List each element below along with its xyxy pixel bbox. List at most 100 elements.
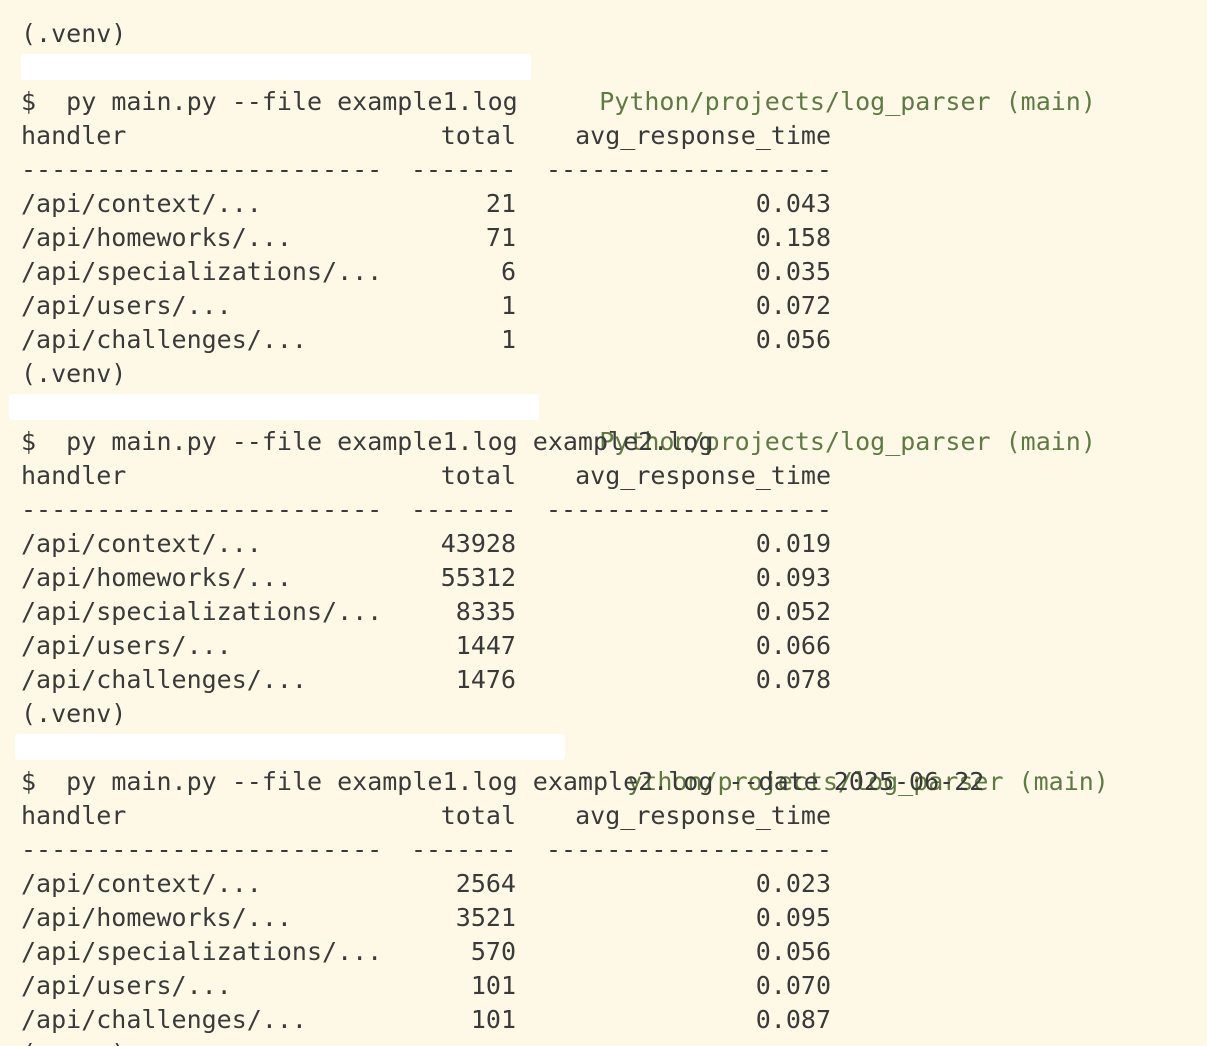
terminal-output: (.venv) Python/projects/log_parser (main… xyxy=(9,17,1207,1046)
row-handler: /api/challenges/... xyxy=(21,1005,307,1034)
prompt-path-line: Python/projects/log_parser (main) xyxy=(21,51,1207,116)
table-row: /api/context/... 2564 0.023 xyxy=(21,867,1207,901)
header-total: total xyxy=(440,461,516,490)
header-avg-response-time: avg_response_time xyxy=(575,461,831,490)
row-avg: 0.070 xyxy=(755,971,831,1000)
row-avg: 0.052 xyxy=(755,597,831,626)
command-line: $ py main.py --file example1.log example… xyxy=(21,425,1207,459)
row-handler: /api/homeworks/... xyxy=(21,223,292,252)
table-row: /api/challenges/... 1 0.056 xyxy=(21,323,1207,357)
row-handler: /api/challenges/... xyxy=(21,325,307,354)
redaction-block xyxy=(21,54,531,80)
table-separator: ------------------------ ------- ---------… xyxy=(21,153,1207,187)
separator-avg: ------------------- xyxy=(546,835,832,864)
header-total: total xyxy=(440,801,516,830)
separator-handler: ------------------------ xyxy=(21,835,383,864)
row-avg: 0.078 xyxy=(755,665,831,694)
row-avg: 0.056 xyxy=(755,325,831,354)
header-handler: handler xyxy=(21,461,127,490)
table-row: /api/users/... 1447 0.066 xyxy=(21,629,1207,663)
venv-indicator: (.venv) xyxy=(21,699,127,728)
row-total: 3521 xyxy=(455,903,516,932)
table-row: /api/homeworks/... 3521 0.095 xyxy=(21,901,1207,935)
command-text: py main.py --file example1.log example2.… xyxy=(66,767,985,796)
table-separator: ------------------------ ------- ---------… xyxy=(21,833,1207,867)
separator-handler: ------------------------ xyxy=(21,495,383,524)
command-line: $ py main.py --file example1.log xyxy=(21,85,1207,119)
command-text: py main.py --file example1.log example2.… xyxy=(66,427,714,456)
venv-indicator-cutoff: (.venv) xyxy=(21,1037,1207,1046)
venv-indicator: (.venv) xyxy=(21,19,127,48)
header-avg-response-time: avg_response_time xyxy=(575,121,831,150)
row-avg: 0.093 xyxy=(755,563,831,592)
separator-total: ------- xyxy=(411,155,517,184)
row-total: 8335 xyxy=(455,597,516,626)
row-total: 101 xyxy=(470,1005,516,1034)
row-handler: /api/context/... xyxy=(21,529,262,558)
table-row: /api/homeworks/... 71 0.158 xyxy=(21,221,1207,255)
table-row: /api/challenges/... 101 0.087 xyxy=(21,1003,1207,1037)
row-total: 1 xyxy=(500,325,516,354)
row-avg: 0.072 xyxy=(755,291,831,320)
row-total: 1447 xyxy=(455,631,516,660)
row-avg: 0.158 xyxy=(755,223,831,252)
table-row: /api/homeworks/... 55312 0.093 xyxy=(21,561,1207,595)
separator-handler: ------------------------ xyxy=(21,155,383,184)
separator-avg: ------------------- xyxy=(546,495,832,524)
prompt-symbol: $ xyxy=(21,767,37,796)
table-row: /api/users/... 1 0.072 xyxy=(21,289,1207,323)
row-total: 6 xyxy=(500,257,516,286)
row-handler: /api/homeworks/... xyxy=(21,563,292,592)
table-row: /api/context/... 43928 0.019 xyxy=(21,527,1207,561)
prompt-path-line: Python/projects/log_parser (main) xyxy=(9,391,1207,456)
row-total: 55312 xyxy=(440,563,516,592)
table-row: /api/users/... 101 0.070 xyxy=(21,969,1207,1003)
row-total: 43928 xyxy=(440,529,516,558)
row-handler: /api/context/... xyxy=(21,869,262,898)
row-avg: 0.035 xyxy=(755,257,831,286)
table-header: handler total avg_response_time xyxy=(21,799,1207,833)
row-total: 2564 xyxy=(455,869,516,898)
venv-indicator: (.venv) xyxy=(21,359,127,388)
table-row: /api/context/... 21 0.043 xyxy=(21,187,1207,221)
row-avg: 0.087 xyxy=(755,1005,831,1034)
row-handler: /api/specializations/... xyxy=(21,937,383,966)
header-total: total xyxy=(440,121,516,150)
row-handler: /api/users/... xyxy=(21,971,232,1000)
row-avg: 0.056 xyxy=(755,937,831,966)
table-header: handler total avg_response_time xyxy=(21,119,1207,153)
separator-avg: ------------------- xyxy=(546,155,832,184)
redaction-block xyxy=(9,394,539,420)
command-line: $ py main.py --file example1.log example… xyxy=(21,765,1207,799)
row-total: 1476 xyxy=(455,665,516,694)
row-avg: 0.023 xyxy=(755,869,831,898)
table-separator: ------------------------ ------- ---------… xyxy=(21,493,1207,527)
row-total: 21 xyxy=(485,189,516,218)
table-row: /api/specializations/... 6 0.035 xyxy=(21,255,1207,289)
row-handler: /api/challenges/... xyxy=(21,665,307,694)
row-avg: 0.019 xyxy=(755,529,831,558)
row-avg: 0.095 xyxy=(755,903,831,932)
prompt-path-line: ython/projects/log_parser (main) xyxy=(15,731,1207,796)
row-avg: 0.043 xyxy=(755,189,831,218)
prompt-symbol: $ xyxy=(21,427,37,456)
command-text: py main.py --file example1.log xyxy=(66,87,518,116)
row-total: 71 xyxy=(485,223,516,252)
header-handler: handler xyxy=(21,121,127,150)
prompt-symbol: $ xyxy=(21,87,37,116)
separator-total: ------- xyxy=(411,495,517,524)
table-row: /api/specializations/... 8335 0.052 xyxy=(21,595,1207,629)
header-avg-response-time: avg_response_time xyxy=(575,801,831,830)
table-row: /api/challenges/... 1476 0.078 xyxy=(21,663,1207,697)
separator-total: ------- xyxy=(411,835,517,864)
row-total: 1 xyxy=(500,291,516,320)
row-handler: /api/context/... xyxy=(21,189,262,218)
row-handler: /api/specializations/... xyxy=(21,257,383,286)
table-row: /api/specializations/... 570 0.056 xyxy=(21,935,1207,969)
row-handler: /api/users/... xyxy=(21,291,232,320)
table-header: handler total avg_response_time xyxy=(21,459,1207,493)
row-handler: /api/specializations/... xyxy=(21,597,383,626)
redaction-block xyxy=(15,734,565,760)
row-total: 570 xyxy=(470,937,516,966)
row-total: 101 xyxy=(470,971,516,1000)
